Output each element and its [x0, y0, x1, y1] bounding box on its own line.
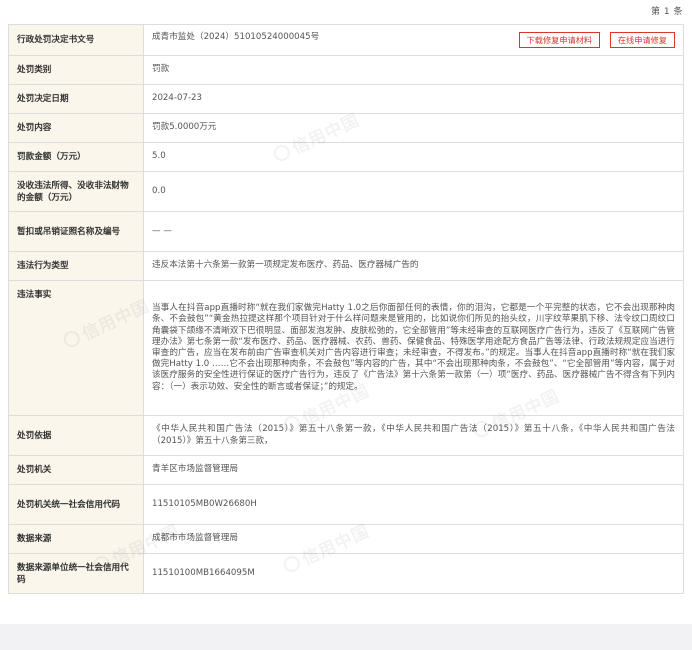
- detail-row-decision-number: 行政处罚决定书文号 成青市监处（2024）51010524000045号 下载修…: [8, 24, 684, 56]
- row-value: 11510100MB1664095M: [143, 553, 684, 594]
- row-label: 暂扣或吊销证照名称及编号: [8, 211, 144, 252]
- row-label: 数据来源: [8, 524, 144, 554]
- download-repair-materials-button[interactable]: 下载修复申请材料: [518, 32, 601, 48]
- detail-row-violation-type: 违法行为类型 违反本法第十六条第一款第一项规定发布医疗、药品、医疗器械广告的: [8, 251, 684, 281]
- row-value: 罚款5.0000万元: [143, 113, 684, 143]
- record-counter: 第 1 条: [651, 7, 683, 17]
- row-value: 5.0: [143, 142, 684, 172]
- repair-actions: 下载修复申请材料 在线申请修复: [512, 32, 675, 48]
- detail-row-data-source: 数据来源 成都市市场监督管理局: [8, 524, 684, 554]
- row-label: 行政处罚决定书文号: [8, 24, 144, 56]
- detail-row-confiscation-amount: 没收违法所得、没收非法财物的金额（万元） 0.0: [8, 171, 684, 212]
- row-label: 数据来源单位统一社会信用代码: [8, 553, 144, 594]
- detail-row-license-revocation: 暂扣或吊销证照名称及编号 — —: [8, 211, 684, 252]
- row-value: 《中华人民共和国广告法（2015）》第五十八条第一款，《中华人民共和国广告法（2…: [143, 415, 684, 456]
- row-label: 处罚依据: [8, 415, 144, 456]
- detail-row-decision-date: 处罚决定日期 2024-07-23: [8, 84, 684, 114]
- penalty-detail-table: 行政处罚决定书文号 成青市监处（2024）51010524000045号 下载修…: [8, 24, 684, 594]
- detail-row-penalty-category: 处罚类别 罚款: [8, 55, 684, 85]
- detail-row-violation-facts: 违法事实 当事人在抖音app直播时称“就在我们家做完Hatty 1.0之后你面部…: [8, 280, 684, 416]
- row-label: 处罚机关统一社会信用代码: [8, 484, 144, 525]
- detail-row-penalty-content: 处罚内容 罚款5.0000万元: [8, 113, 684, 143]
- row-label: 处罚机关: [8, 455, 144, 485]
- detail-row-penalty-authority: 处罚机关 青羊区市场监督管理局: [8, 455, 684, 485]
- row-label: 没收违法所得、没收非法财物的金额（万元）: [8, 171, 144, 212]
- row-value: 罚款: [143, 55, 684, 85]
- row-label: 处罚类别: [8, 55, 144, 85]
- row-value-cell: 成青市监处（2024）51010524000045号 下载修复申请材料 在线申请…: [143, 24, 684, 56]
- row-value: 违反本法第十六条第一款第一项规定发布医疗、药品、医疗器械广告的: [143, 251, 684, 281]
- row-value: 0.0: [143, 171, 684, 212]
- row-label: 违法事实: [8, 280, 144, 416]
- detail-row-fine-amount: 罚款金额（万元） 5.0: [8, 142, 684, 172]
- row-value: 2024-07-23: [143, 84, 684, 114]
- row-label: 违法行为类型: [8, 251, 144, 281]
- detail-row-legal-basis: 处罚依据 《中华人民共和国广告法（2015）》第五十八条第一款，《中华人民共和国…: [8, 415, 684, 456]
- row-value: 11510105MB0W26680H: [143, 484, 684, 525]
- row-value: 青羊区市场监督管理局: [143, 455, 684, 485]
- row-value: 成都市市场监督管理局: [143, 524, 684, 554]
- row-label: 处罚内容: [8, 113, 144, 143]
- row-value: 成青市监处（2024）51010524000045号: [152, 32, 320, 42]
- detail-row-authority-credit-code: 处罚机关统一社会信用代码 11510105MB0W26680H: [8, 484, 684, 525]
- row-value: 当事人在抖音app直播时称“就在我们家做完Hatty 1.0之后你面部任何的表情…: [143, 280, 684, 416]
- row-value: — —: [143, 211, 684, 252]
- detail-row-source-credit-code: 数据来源单位统一社会信用代码 11510100MB1664095M: [8, 553, 684, 594]
- apply-online-repair-button[interactable]: 在线申请修复: [609, 32, 675, 48]
- row-label: 罚款金额（万元）: [8, 142, 144, 172]
- row-label: 处罚决定日期: [8, 84, 144, 114]
- penalty-detail-page: 第 1 条 行政处罚决定书文号 成青市监处（2024）5101052400004…: [0, 0, 692, 624]
